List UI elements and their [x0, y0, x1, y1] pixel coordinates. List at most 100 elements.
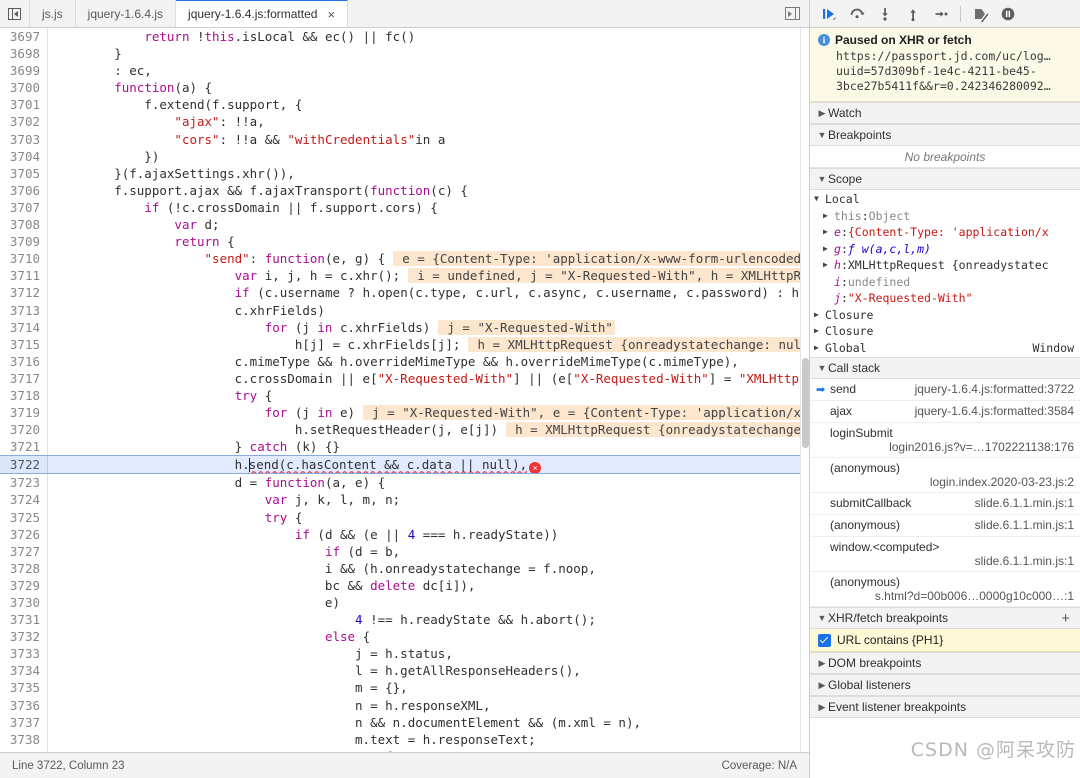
call-stack-frame[interactable]: (anonymous) slide.6.1.1.min.js:1 [810, 515, 1080, 537]
code-line[interactable]: 3715 h[j] = c.xhrFields[j]; h = XMLHttpR… [0, 335, 809, 353]
xhr-breakpoint-row[interactable]: URL contains {PH1} [810, 629, 1080, 652]
code-line-text[interactable]: c.xhrFields) [48, 302, 809, 319]
scope-variable-row[interactable]: ▶ this: Object [810, 208, 1080, 225]
code-line-text[interactable]: }(f.ajaxSettings.xhr()), [48, 165, 809, 182]
editor-tab[interactable]: jquery-1.6.4.js:formatted × [176, 0, 349, 27]
code-line-text[interactable]: m.text = h.responseText; [48, 731, 809, 748]
call-stack-location[interactable]: slide.6.1.1.min.js:1 [816, 554, 1074, 568]
code-line[interactable]: 3731 4 !== h.readyState && h.abort(); [0, 611, 809, 629]
code-line-text[interactable]: f.extend(f.support, { [48, 96, 809, 113]
section-header-scope[interactable]: ▼ Scope [810, 168, 1080, 190]
toggle-debugger-sidebar-button[interactable] [775, 0, 809, 27]
code-scroll-area[interactable]: 3697 return !this.isLocal && ec() || fc(… [0, 28, 809, 752]
line-number[interactable]: 3739 [0, 747, 48, 752]
call-stack-location[interactable]: jquery-1.6.4.js:formatted:3722 [907, 382, 1074, 396]
code-line[interactable]: 3738 m.text = h.responseText; [0, 730, 809, 748]
line-number[interactable]: 3737 [0, 713, 48, 731]
code-line-text[interactable]: return !this.isLocal && ec() || fc() [48, 28, 809, 45]
line-number[interactable]: 3720 [0, 421, 48, 439]
line-number[interactable]: 3717 [0, 369, 48, 387]
scope-tree[interactable]: ▼ Local ▶ this: Object ▶ e: {Content-Type: 'a… [810, 190, 1080, 357]
line-number[interactable]: 3730 [0, 594, 48, 612]
editor-tab[interactable]: js.js [30, 0, 76, 27]
xhr-breakpoint-rules[interactable]: URL contains {PH1} [810, 629, 1080, 652]
code-line-text[interactable]: if (!c.crossDomain || f.support.cors) { [48, 199, 809, 216]
error-badge-icon[interactable]: × [529, 462, 542, 474]
call-stack-frame[interactable]: (anonymous) login.index.2020-03-23.js:2 [810, 458, 1080, 493]
scope-group[interactable]: ▶ Global Window [810, 340, 1080, 357]
code-line[interactable]: 3718 try { [0, 386, 809, 405]
code-line[interactable]: 3734 l = h.getAllResponseHeaders(), [0, 662, 809, 680]
code-line-text[interactable]: if (c.username ? h.open(c.type, c.url, c… [48, 284, 809, 301]
code-line[interactable]: 3699 : ec, [0, 62, 809, 80]
code-line-text[interactable]: n && n.documentElement && (m.xml = n), [48, 714, 809, 731]
code-line[interactable]: 3708 var d; [0, 216, 809, 234]
code-line-text[interactable]: if (d && (e || 4 === h.readyState)) [48, 526, 809, 543]
deactivate-breakpoints-button[interactable] [967, 2, 993, 26]
call-stack-frame[interactable]: loginSubmit login2016.js?v=…1702221138:17… [810, 423, 1080, 458]
add-xhr-breakpoint-button[interactable]: + [1061, 611, 1074, 626]
scope-group[interactable]: ▶ Closure [810, 323, 1080, 340]
line-number[interactable]: 3697 [0, 28, 48, 46]
line-number[interactable]: 3733 [0, 645, 48, 663]
code-line-text[interactable]: : ec, [48, 62, 809, 79]
scope-variable-row[interactable]: ▶ e: {Content-Type: 'application/x [810, 224, 1080, 241]
code-line-text[interactable]: h[j] = c.xhrFields[j]; h = XMLHttpReques… [48, 336, 809, 353]
code-line[interactable]: 3711 var i, j, h = c.xhr(); i = undefine… [0, 267, 809, 285]
line-number[interactable]: 3714 [0, 318, 48, 336]
code-line[interactable]: 3707 if (!c.crossDomain || f.support.cor… [0, 198, 809, 217]
step-over-button[interactable] [844, 2, 870, 26]
code-line[interactable]: 3728 i && (h.onreadystatechange = f.noop… [0, 559, 809, 577]
line-number[interactable]: 3704 [0, 147, 48, 165]
call-stack-location[interactable]: jquery-1.6.4.js:formatted:3584 [907, 404, 1074, 418]
code-line[interactable]: 3727 if (d = b, [0, 542, 809, 560]
call-stack-frame[interactable]: ➡ send jquery-1.6.4.js:formatted:3722 [810, 379, 1080, 401]
code-line-text[interactable]: h.setRequestHeader(j, e[j]) h = XMLHttpR… [48, 421, 809, 438]
code-line-text[interactable]: m = {}, [48, 679, 809, 696]
call-stack-location[interactable]: login2016.js?v=…1702221138:176 [816, 440, 1074, 454]
call-stack-frame[interactable]: submitCallback slide.6.1.1.min.js:1 [810, 493, 1080, 515]
code-line[interactable]: 3703 "cors": !!a && "withCredentials"in … [0, 130, 809, 148]
code-line-text[interactable]: d = function(a, e) { [48, 474, 809, 491]
code-line-text[interactable]: j = h.status, [48, 645, 809, 662]
line-number[interactable]: 3700 [0, 79, 48, 97]
code-line[interactable]: 3717 c.crossDomain || e["X-Requested-Wit… [0, 369, 809, 387]
scope-variable-row[interactable]: ▶ h: XMLHttpRequest {onreadystatec [810, 257, 1080, 274]
code-line-text[interactable]: } catch (k) {} [48, 438, 809, 455]
code-line-text[interactable]: return { [48, 233, 809, 250]
code-line-text[interactable]: bc && delete dc[i]), [48, 577, 809, 594]
line-number[interactable]: 3735 [0, 679, 48, 697]
section-header-call-stack[interactable]: ▼ Call stack [810, 357, 1080, 379]
call-stack-location[interactable]: slide.6.1.1.min.js:1 [967, 496, 1074, 510]
code-line-text[interactable]: if (d = b, [48, 543, 809, 560]
line-number[interactable]: 3719 [0, 404, 48, 422]
code-line[interactable]: 3735 m = {}, [0, 679, 809, 697]
code-line[interactable]: 3720 h.setRequestHeader(j, e[j]) h = XML… [0, 421, 809, 439]
scope-group[interactable]: ▼ Local [810, 191, 1080, 208]
section-header-event-listener-breakpoints[interactable]: ▶ Event listener breakpoints [810, 696, 1080, 718]
line-number[interactable]: 3728 [0, 559, 48, 577]
call-stack-location[interactable]: s.html?d=00b006…0000g10c000…:1 [816, 589, 1074, 603]
code-content[interactable]: 3697 return !this.isLocal && ec() || fc(… [0, 28, 809, 752]
code-line-text[interactable]: var j, k, l, m, n; [48, 491, 809, 508]
code-line-text[interactable]: for (j in c.xhrFields) j = "X-Requested-… [48, 319, 809, 336]
xhr-breakpoint-checkbox[interactable] [818, 633, 831, 647]
code-line[interactable]: 3713 c.xhrFields) [0, 301, 809, 319]
code-line-execution[interactable]: 3722 h.send(c.hasContent && c.data || nu… [0, 455, 809, 475]
code-line-text[interactable]: function(a) { [48, 79, 809, 96]
line-number[interactable]: 3721 [0, 438, 48, 456]
section-header-xhr-breakpoints[interactable]: ▼ XHR/fetch breakpoints + [810, 607, 1080, 629]
code-line[interactable]: 3714 for (j in c.xhrFields) j = "X-Reque… [0, 318, 809, 336]
code-line[interactable]: 3730 e) [0, 594, 809, 612]
line-number[interactable]: 3724 [0, 491, 48, 509]
code-line[interactable]: 3737 n && n.documentElement && (m.xml = … [0, 713, 809, 731]
code-line-text[interactable]: var i, j, h = c.xhr(); i = undefined, j … [48, 267, 809, 284]
code-line-text[interactable]: 4 !== h.readyState && h.abort(); [48, 611, 809, 628]
scope-group[interactable]: ▶ Closure [810, 307, 1080, 324]
step-into-button[interactable] [872, 2, 898, 26]
resume-script-execution-button[interactable] [816, 2, 842, 26]
code-vertical-scrollbar[interactable] [800, 28, 809, 752]
line-number[interactable]: 3705 [0, 164, 48, 182]
call-stack-frame[interactable]: ajax jquery-1.6.4.js:formatted:3584 [810, 401, 1080, 423]
code-line[interactable]: 3698 } [0, 45, 809, 63]
